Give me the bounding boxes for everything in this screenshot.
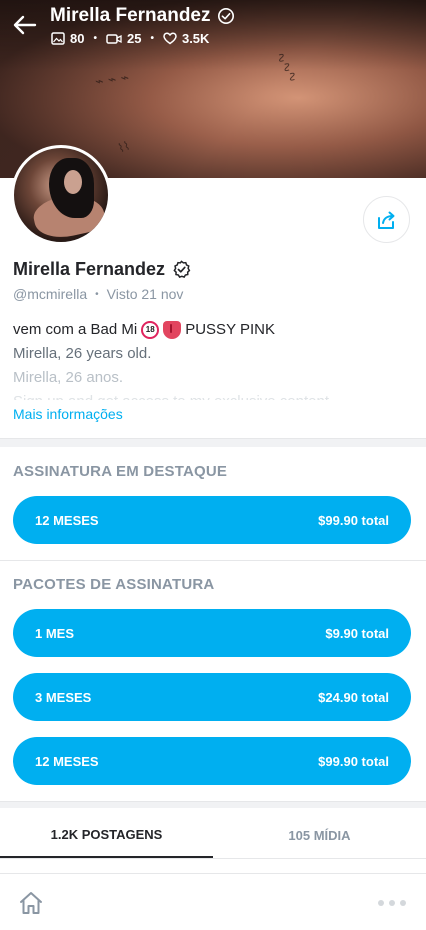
profile-name-row: Mirella Fernandez [13, 259, 191, 280]
avatar[interactable] [11, 145, 111, 245]
dot [389, 900, 395, 906]
video-icon [106, 33, 122, 44]
photos-count: 80 [70, 31, 85, 46]
bio-line: vem com a Bad Mi 18 PUSSY PINK [13, 318, 413, 342]
dot [378, 900, 384, 906]
content-tabs: 1.2K POSTAGENS 105 MÍDIA [0, 812, 426, 858]
heart-icon [163, 32, 177, 45]
profile-name: Mirella Fernandez [13, 259, 166, 279]
home-icon [20, 892, 42, 914]
subscribe-period: 12 MESES [35, 753, 99, 769]
section-divider [0, 439, 426, 447]
back-button[interactable] [12, 12, 38, 38]
subscribe-period: 1 MES [35, 625, 75, 641]
subscribe-price: $99.90 total [318, 512, 389, 528]
cover-tattoo-mark: ⌁ ⌁ ⌁ [94, 69, 131, 91]
avatar-photo-face [64, 170, 82, 194]
divider [0, 560, 426, 561]
bio-line: Mirella, 26 years old. [13, 345, 152, 362]
featured-subscribe-button[interactable]: 12 MESES $99.90 total [13, 496, 411, 544]
bio-line-faded: Sign up and get access to my exclusive c… [13, 390, 413, 400]
share-icon [377, 211, 394, 229]
likes-stat: 3.5K [163, 31, 209, 46]
tongue-icon [163, 321, 182, 339]
bundle-button-3-months[interactable]: 3 MESES $24.90 total [13, 673, 411, 721]
header-stats: 80 • 25 • 3.5K [51, 31, 209, 46]
videos-stat: 25 [106, 31, 141, 46]
subscribe-period: 12 MESES [35, 512, 99, 528]
last-seen: Visto 21 nov [106, 286, 184, 302]
header-name: Mirella Fernandez [50, 5, 211, 26]
verified-icon [217, 7, 234, 25]
dot [400, 900, 406, 906]
profile-handle: @mcmirella [13, 286, 88, 302]
subscribe-price: $99.90 total [318, 753, 389, 769]
bundle-button-1-month[interactable]: 1 MES $9.90 total [13, 609, 411, 657]
bio-text: PUSSY PINK [185, 321, 275, 338]
no-under-18-icon: 18 [141, 321, 160, 339]
profile-bio: vem com a Bad Mi 18 PUSSY PINK Mirella, … [13, 318, 413, 400]
arrow-left-icon [13, 15, 37, 35]
featured-title: ASSINATURA EM DESTAQUE [13, 463, 228, 480]
handle-separator: • [95, 288, 99, 300]
subscribe-price: $9.90 total [325, 625, 389, 641]
divider [0, 858, 426, 859]
header-title: Mirella Fernandez [50, 5, 235, 27]
cover-tattoo-mark: ⌇⌇ [115, 138, 132, 156]
image-icon [51, 32, 65, 45]
subscribe-period: 3 MESES [35, 689, 92, 705]
bio-text: vem com a Bad Mi [13, 321, 138, 338]
more-info-link[interactable]: Mais informações [13, 406, 123, 422]
more-options-icon[interactable] [378, 900, 406, 906]
stats-separator: • [93, 33, 97, 44]
stats-separator: • [150, 33, 154, 44]
bundles-title: PACOTES DE ASSINATURA [13, 576, 215, 593]
home-button[interactable] [17, 889, 45, 917]
tab-media[interactable]: 105 MÍDIA [213, 812, 426, 858]
verified-icon [173, 260, 191, 279]
likes-count: 3.5K [181, 31, 210, 46]
tab-posts[interactable]: 1.2K POSTAGENS [0, 812, 213, 858]
bottom-nav [0, 873, 426, 930]
videos-count: 25 [126, 31, 142, 46]
subscribe-price: $24.90 total [318, 689, 389, 705]
bio-line: Mirella, 26 anos. [13, 369, 124, 386]
photos-stat: 80 [51, 31, 84, 46]
section-divider [0, 802, 426, 808]
bundle-button-12-months[interactable]: 12 MESES $99.90 total [13, 737, 411, 785]
handle-row: @mcmirella • Visto 21 nov [13, 286, 183, 302]
share-button[interactable] [363, 196, 410, 243]
